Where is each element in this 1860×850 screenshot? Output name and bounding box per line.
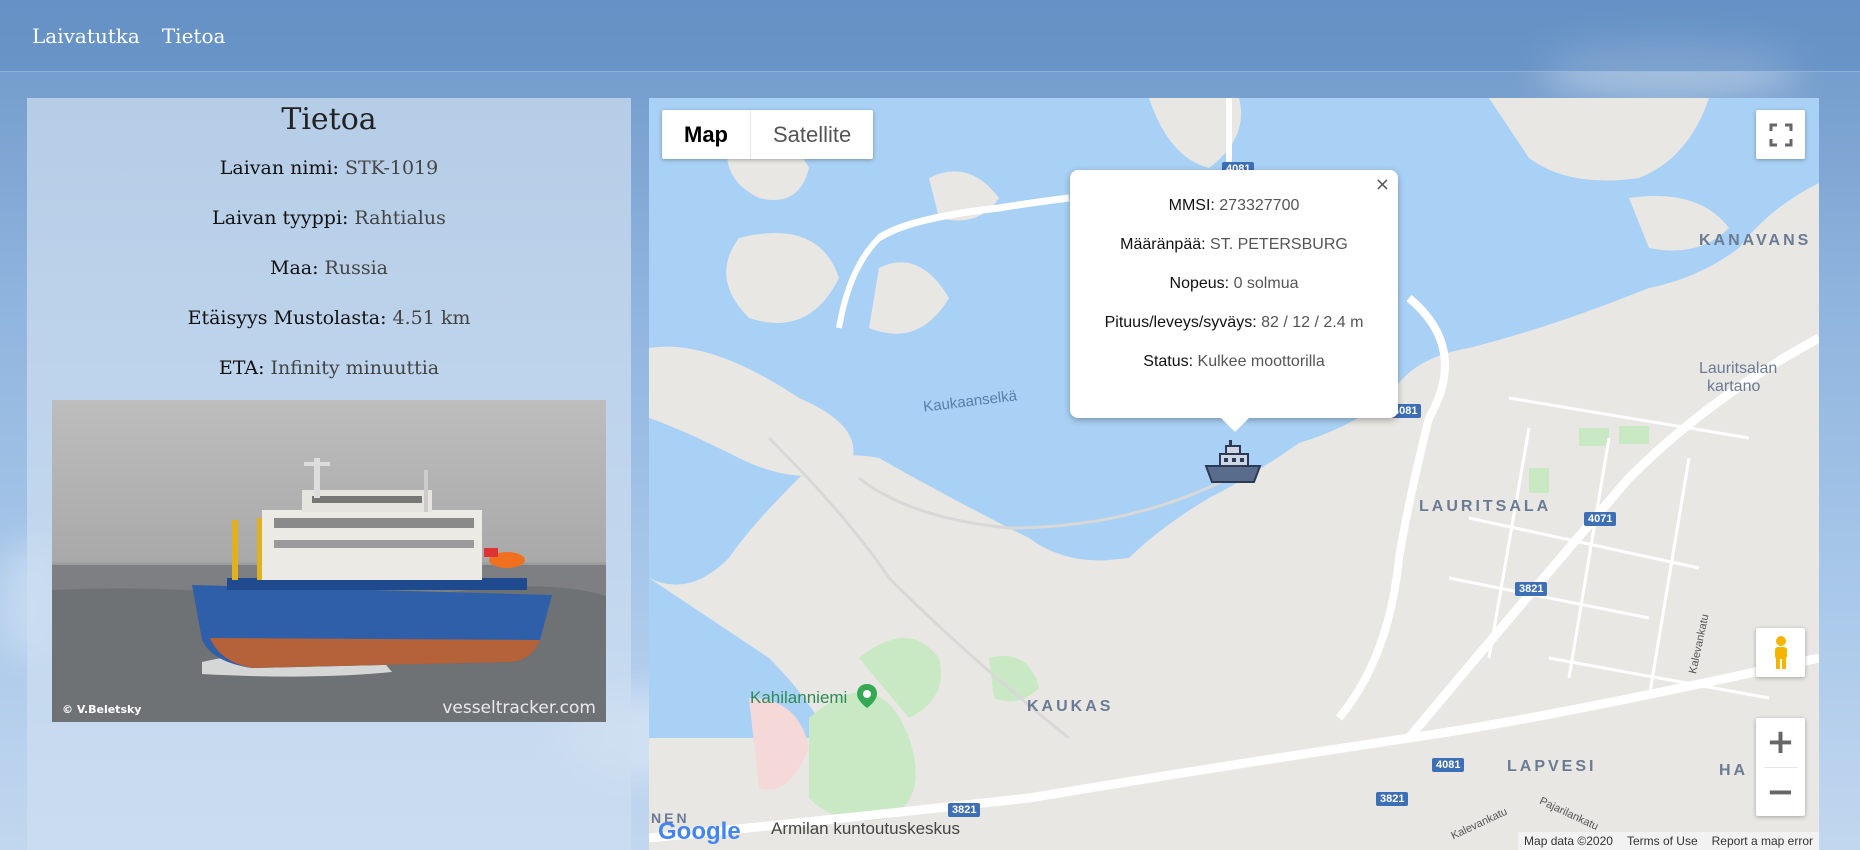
zoom-control: + − bbox=[1756, 718, 1805, 816]
zoom-in-button[interactable]: + bbox=[1756, 718, 1805, 767]
ship-illustration bbox=[52, 458, 606, 722]
popup-mmsi-row: MMSI: 273327700 bbox=[1070, 186, 1398, 225]
ship-info-popup: × MMSI: 273327700 Määränpää: ST. PETERSB… bbox=[1070, 170, 1398, 432]
ship-country-row: Maa: Russia bbox=[27, 243, 631, 293]
popup-speed-row: Nopeus: 0 solmua bbox=[1070, 264, 1398, 303]
popup-status-label: Status: bbox=[1143, 353, 1194, 370]
map-view[interactable]: KANAVANS Lauritsalan kartano LAURITSALA … bbox=[649, 98, 1819, 850]
ship-distance-label: Etäisyys Mustolasta: bbox=[187, 307, 387, 329]
ship-distance-value: 4.51 km bbox=[392, 307, 471, 329]
terms-of-use-link[interactable]: Terms of Use bbox=[1627, 834, 1698, 848]
pegman-icon bbox=[1774, 635, 1787, 669]
label-kahilanniemi: Kahilanniemi bbox=[750, 688, 848, 707]
ship-info-panel: Tietoa Laivan nimi: STK-1019 Laivan tyyp… bbox=[27, 98, 631, 850]
park-pin-icon bbox=[856, 683, 878, 709]
ship-type-label: Laivan tyyppi: bbox=[212, 207, 349, 229]
road-shield: 4071 bbox=[1584, 512, 1617, 526]
label-lapvesi: LAPVESI bbox=[1507, 758, 1597, 775]
label-armila: Armilan kuntoutuskeskus bbox=[771, 819, 960, 838]
road-shield: 3821 bbox=[948, 803, 981, 817]
photo-credit: © V.Beletsky bbox=[62, 703, 142, 716]
fullscreen-icon bbox=[1769, 123, 1792, 146]
popup-status-value: Kulkee moottorilla bbox=[1197, 353, 1325, 370]
google-logo[interactable]: Google bbox=[658, 818, 741, 846]
map-footer: Map data ©2020 Terms of Use Report a map… bbox=[1518, 832, 1819, 850]
road-shield: 3821 bbox=[1376, 792, 1409, 806]
popup-status-row: Status: Kulkee moottorilla bbox=[1070, 342, 1398, 381]
road-shield: 4081 bbox=[1432, 758, 1465, 772]
ship-photo: © V.Beletsky vesseltracker.com bbox=[52, 400, 606, 722]
street-view-pegman-button[interactable] bbox=[1756, 628, 1805, 677]
ship-eta-label: ETA: bbox=[218, 357, 265, 379]
popup-speed-value: 0 solmua bbox=[1233, 275, 1299, 292]
fullscreen-button[interactable] bbox=[1756, 110, 1805, 159]
ship-marker-icon[interactable] bbox=[1202, 438, 1264, 488]
map-type-control: Map Satellite bbox=[662, 110, 874, 159]
ship-distance-row: Etäisyys Mustolasta: 4.51 km bbox=[27, 293, 631, 343]
label-kanavansuu: KANAVANS bbox=[1699, 232, 1812, 249]
popup-destination-value: ST. PETERSBURG bbox=[1210, 236, 1348, 253]
ship-type-value: Rahtialus bbox=[354, 207, 446, 229]
label-ha: HA bbox=[1719, 762, 1749, 779]
report-map-error-link[interactable]: Report a map error bbox=[1712, 834, 1813, 848]
map-data-attribution: Map data ©2020 bbox=[1524, 834, 1613, 848]
road-shield: 3821 bbox=[1515, 582, 1548, 596]
close-icon[interactable]: × bbox=[1375, 174, 1390, 195]
ship-name-label: Laivan nimi: bbox=[219, 157, 339, 179]
popup-speed-label: Nopeus: bbox=[1169, 275, 1230, 292]
map-type-map-button[interactable]: Map bbox=[662, 110, 751, 159]
nav-link-laivatutka[interactable]: Laivatutka bbox=[32, 24, 140, 48]
ship-name-row: Laivan nimi: STK-1019 bbox=[27, 143, 631, 193]
top-navbar: Laivatutka Tietoa bbox=[0, 0, 1860, 72]
popup-dimensions-row: Pituus/leveys/syväys: 82 / 12 / 2.4 m bbox=[1070, 303, 1398, 342]
popup-mmsi-value: 273327700 bbox=[1219, 197, 1300, 214]
popup-dimensions-value: 82 / 12 / 2.4 m bbox=[1261, 314, 1364, 331]
info-title: Tietoa bbox=[281, 102, 377, 137]
ship-details: Laivan nimi: STK-1019 Laivan tyyppi: Rah… bbox=[27, 143, 631, 393]
map-type-satellite-button[interactable]: Satellite bbox=[751, 110, 873, 159]
nav-link-tietoa[interactable]: Tietoa bbox=[162, 24, 226, 48]
photo-watermark: vesseltracker.com bbox=[442, 698, 596, 718]
label-kartano: kartano bbox=[1707, 378, 1761, 395]
label-lauritsalan: Lauritsalan bbox=[1699, 360, 1778, 377]
ship-country-label: Maa: bbox=[270, 257, 319, 279]
ship-country-value: Russia bbox=[324, 257, 388, 279]
ship-eta-row: ETA: Infinity minuuttia bbox=[27, 343, 631, 393]
ship-name-value: STK-1019 bbox=[344, 157, 439, 179]
popup-destination-row: Määränpää: ST. PETERSBURG bbox=[1070, 225, 1398, 264]
zoom-out-button[interactable]: − bbox=[1756, 767, 1805, 816]
ship-type-row: Laivan tyyppi: Rahtialus bbox=[27, 193, 631, 243]
popup-destination-label: Määränpää: bbox=[1120, 236, 1206, 253]
label-lauritsala: LAURITSALA bbox=[1419, 498, 1552, 515]
ship-eta-value: Infinity minuuttia bbox=[270, 357, 440, 379]
label-kaukas: KAUKAS bbox=[1027, 698, 1114, 715]
popup-mmsi-label: MMSI: bbox=[1168, 197, 1215, 214]
popup-dimensions-label: Pituus/leveys/syväys: bbox=[1104, 314, 1257, 331]
